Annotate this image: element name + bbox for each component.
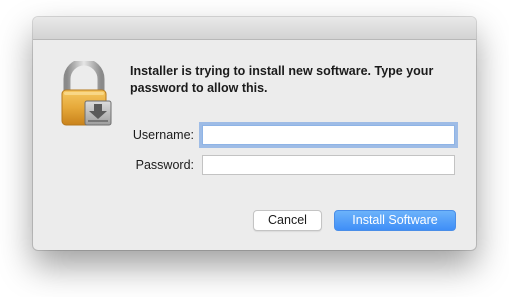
- password-label: Password:: [135, 158, 194, 172]
- username-label: Username:: [132, 128, 194, 142]
- auth-dialog: Installer is trying to install new softw…: [33, 17, 476, 250]
- username-field[interactable]: [202, 125, 455, 145]
- lock-icon: [55, 58, 115, 129]
- dialog-message: Installer is trying to install new softw…: [130, 64, 434, 95]
- dialog-titlebar[interactable]: [33, 17, 476, 40]
- install-software-button[interactable]: Install Software: [334, 210, 456, 231]
- password-field[interactable]: [202, 155, 455, 175]
- cancel-button[interactable]: Cancel: [253, 210, 322, 231]
